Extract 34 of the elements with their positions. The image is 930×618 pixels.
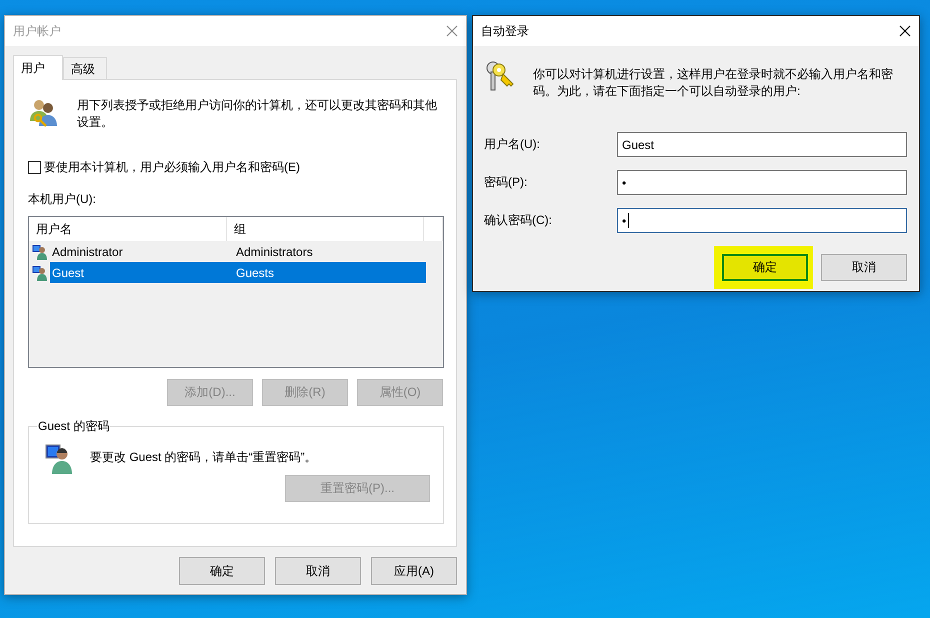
input-field[interactable]: • [617,208,907,233]
close-icon[interactable] [899,25,911,37]
checkbox-label[interactable]: 要使用本计算机，用户必须输入用户名和密码(E) [44,159,300,176]
column-header[interactable]: 用户名 [29,217,228,241]
group-name: Guests [235,266,274,280]
dialog-button[interactable]: 取消 [275,557,361,585]
checkbox[interactable] [28,161,41,174]
field-label: 用户名(U): [484,136,541,153]
user-name: Guest [51,266,86,280]
dialog-button[interactable]: 确定 [722,254,808,281]
field-label: 密码(P): [484,174,528,191]
input-field[interactable]: Guest [617,132,907,157]
group-name: Administrators [235,244,313,258]
list-row[interactable]: Administrator Administrators [50,241,426,262]
input-field[interactable]: • [617,170,907,195]
tab[interactable]: 高级 [63,57,107,79]
intro-text: 用下列表授予或拒绝用户访问你的计算机，还可以更改其密码和其他设置。 [77,97,438,131]
group-title: Guest 的密码 [37,418,110,435]
list-row[interactable]: Guest Guests [50,262,426,283]
window-title: 用户帐户 [13,22,61,40]
password-hint: 要更改 Guest 的密码，请单击“重置密码”。 [90,449,317,466]
dialog-button[interactable]: 取消 [821,254,907,281]
dialog-button[interactable]: 应用(A) [371,557,457,585]
description-text: 你可以对计算机进行设置，这样用户在登录时就不必输入用户名和密码。为此，请在下面指定一个可以自动登录的用户: [533,66,894,100]
dialog-button[interactable]: 确定 [179,557,265,585]
user-name: Administrator [51,244,124,258]
list-label: 本机用户(U): [28,191,97,208]
user-icon [32,264,48,280]
field-label: 确认密码(C): [484,212,553,229]
user-icon [32,244,48,260]
tab[interactable]: 用户 [13,55,63,80]
window-title: 自动登录 [481,22,529,40]
text-cursor [628,213,629,228]
column-header[interactable]: 组 [227,217,424,241]
